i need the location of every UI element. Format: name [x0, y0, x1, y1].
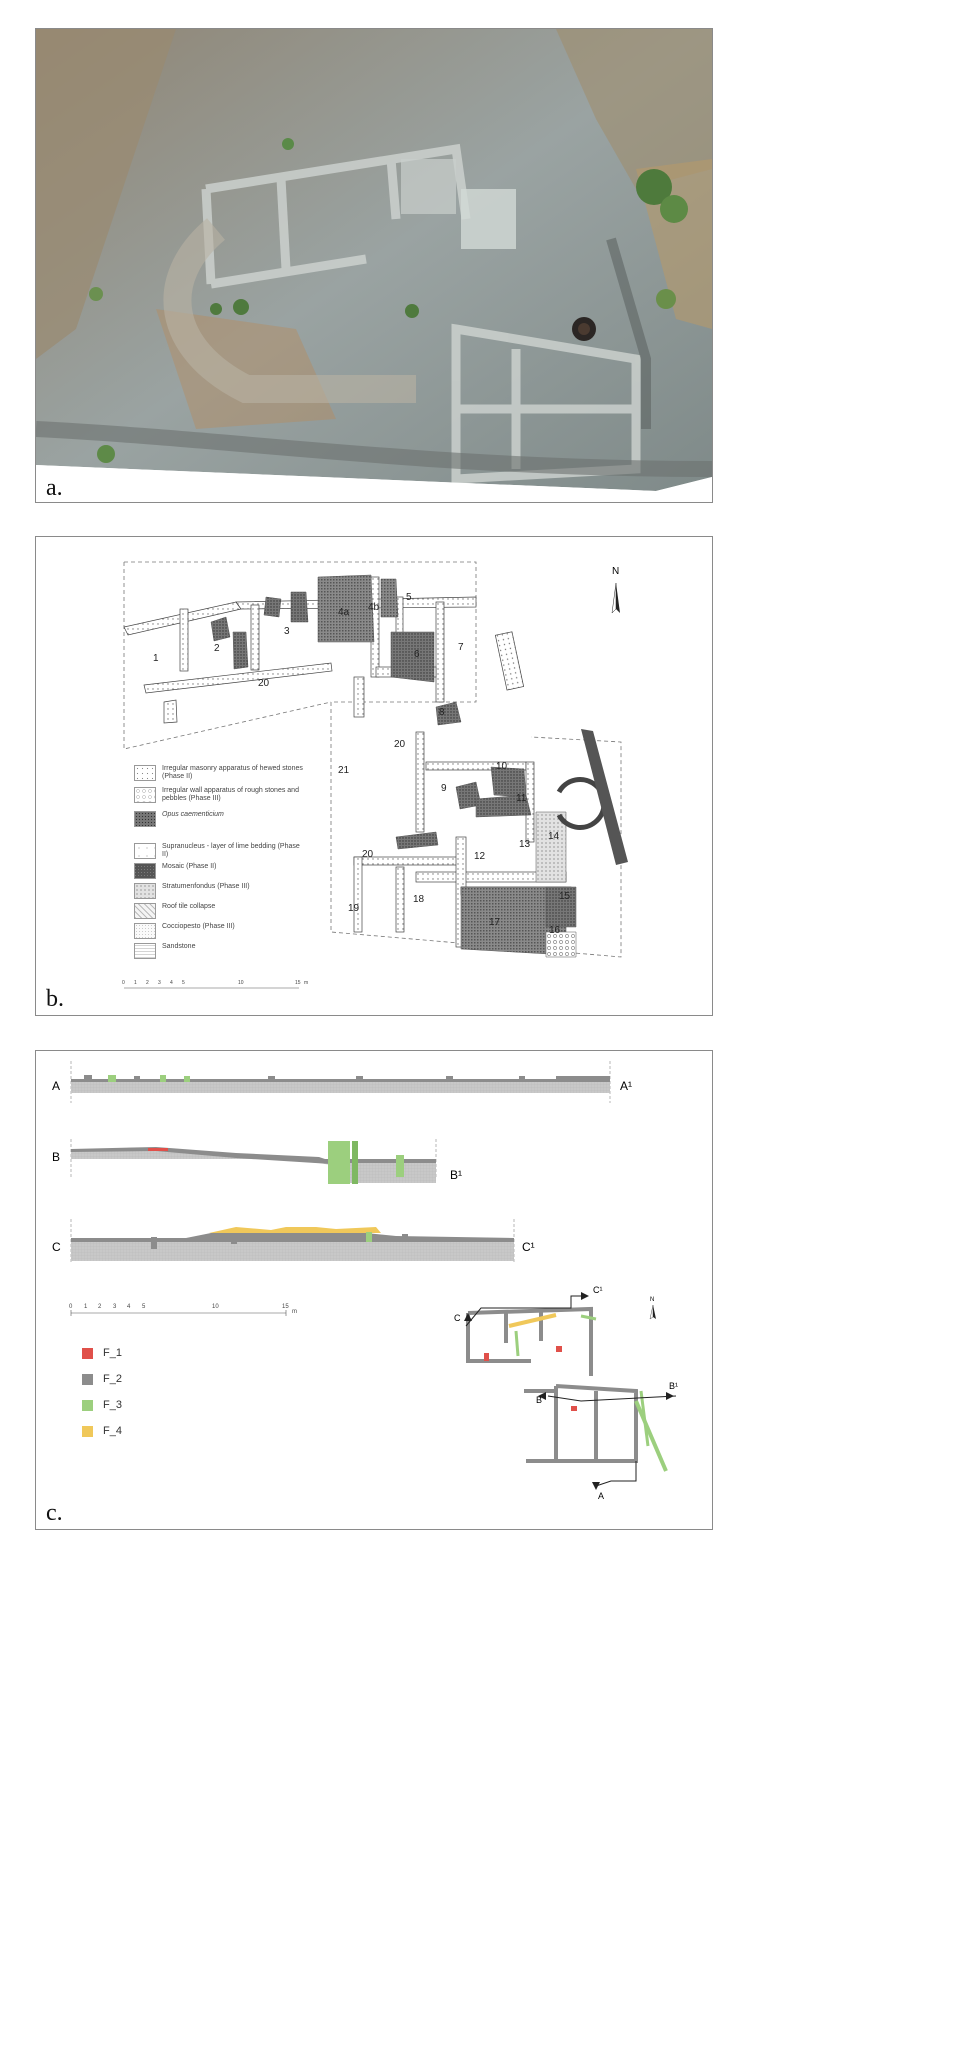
section-b-start-label: B: [52, 1150, 60, 1164]
key-plan: C C¹ B B¹ A N: [454, 1285, 678, 1501]
panel-a-aerial-photo: a.: [35, 28, 713, 503]
room-label-17: 17: [489, 917, 501, 928]
room-label-20-north: 20: [258, 678, 270, 689]
room-label-21: 21: [338, 765, 350, 776]
tree: [233, 299, 249, 315]
legend-hewed-stones: Irregular masonry apparatus of hewed sto…: [134, 765, 304, 781]
legend-cocciopesto: Cocciopesto (Phase III): [134, 923, 304, 939]
north-arrow-icon: N: [611, 566, 620, 614]
svg-text:1: 1: [134, 980, 137, 986]
room-label-5: 5: [406, 592, 412, 603]
keyplan-label-a: A: [598, 1491, 604, 1501]
legend-supranucleus: Supranucleus - layer of lime bedding (Ph…: [134, 843, 304, 859]
room-label-10: 10: [496, 761, 508, 772]
section-a: A A¹: [52, 1061, 632, 1103]
section-a-start-label: A: [52, 1079, 60, 1093]
aerial-photo: [36, 29, 712, 502]
svg-text:2: 2: [146, 980, 149, 986]
section-c-start-label: C: [52, 1240, 61, 1254]
legend-f1-swatch: [82, 1347, 93, 1359]
room-label-15: 15: [559, 891, 571, 902]
keyplan-label-c: C: [454, 1313, 461, 1323]
panel-b-plan: 1 2 3 4a 4b 5 6 7 8 9 10 11 12 13 14 15 …: [35, 536, 713, 1016]
sections-scale-bar: 0 1 2 3 4 5 10 15 m: [69, 1304, 297, 1316]
section-c-end-label: C¹: [522, 1240, 535, 1254]
svg-text:N: N: [650, 1297, 654, 1303]
section-c: C C¹: [52, 1219, 535, 1263]
legend-f2: F_2: [82, 1373, 122, 1385]
tree: [210, 303, 222, 315]
legend-f1: F_1: [82, 1347, 122, 1359]
svg-text:5: 5: [182, 980, 185, 986]
tree: [282, 138, 294, 150]
plan-scale-bar: 0 1 2 3 4 5 10 15 m: [122, 980, 308, 989]
svg-text:3: 3: [113, 1304, 117, 1310]
svg-text:m: m: [304, 980, 308, 986]
room-label-1: 1: [153, 653, 159, 664]
section-b-end-label: B¹: [450, 1168, 462, 1182]
north-label: N: [612, 566, 619, 577]
panel-c-sections: A A¹ B B¹ C C¹ 0 1 2 3 4 5 10 15 m C C¹ …: [35, 1050, 713, 1530]
panel-a-label: a.: [46, 475, 63, 501]
svg-text:2: 2: [98, 1304, 102, 1310]
room-label-7: 7: [458, 642, 464, 653]
svg-text:3: 3: [158, 980, 161, 986]
room-label-3: 3: [284, 626, 290, 637]
legend-opus-caementicium: Opus caementicium: [134, 811, 304, 827]
svg-text:15: 15: [282, 1304, 289, 1310]
legend-f3-swatch: [82, 1399, 93, 1411]
room-label-4a: 4a: [338, 607, 350, 618]
room-label-19: 19: [348, 903, 360, 914]
svg-text:10: 10: [238, 980, 244, 986]
tree: [97, 445, 115, 463]
tree: [405, 304, 419, 318]
room-label-9: 9: [441, 783, 447, 794]
legend-sandstone: Sandstone: [134, 943, 304, 959]
legend-f4-swatch: [82, 1425, 93, 1437]
room-label-20-south: 20: [362, 849, 374, 860]
legend-stratumenfondus: Stratumenfondus (Phase III): [134, 883, 304, 899]
svg-text:0: 0: [122, 980, 125, 986]
room-label-4b: 4b: [368, 602, 380, 613]
room-label-2: 2: [214, 643, 220, 654]
svg-text:10: 10: [212, 1304, 219, 1310]
svg-text:4: 4: [170, 980, 173, 986]
keyplan-label-c1: C¹: [593, 1285, 603, 1295]
room-label-20-middle: 20: [394, 739, 406, 750]
room-label-12: 12: [474, 851, 486, 862]
legend-mosaic: Mosaic (Phase II): [134, 863, 304, 879]
room-label-14: 14: [548, 831, 560, 842]
room-label-6: 6: [414, 649, 420, 660]
keyplan-label-b: B: [536, 1395, 542, 1405]
room-label-11: 11: [516, 793, 527, 804]
legend-rough-stones: Irregular wall apparatus of rough stones…: [134, 787, 304, 803]
room-label-18: 18: [413, 894, 425, 905]
tree: [660, 195, 688, 223]
room-label-16: 16: [549, 925, 561, 936]
svg-text:m: m: [292, 1309, 297, 1315]
svg-text:4: 4: [127, 1304, 131, 1310]
panel-b-label: b.: [46, 986, 64, 1012]
room-label-13: 13: [519, 839, 531, 850]
legend-f3: F_3: [82, 1399, 122, 1411]
svg-text:5: 5: [142, 1304, 146, 1310]
keyplan-label-b1: B¹: [669, 1381, 678, 1391]
panel-c-label: c.: [46, 1500, 63, 1526]
room-label-8: 8: [439, 707, 445, 718]
svg-text:15: 15: [295, 980, 301, 986]
sections-drawing: A A¹ B B¹ C C¹ 0 1 2 3 4 5 10 15 m C C¹ …: [52, 1061, 678, 1501]
section-b: B B¹: [52, 1139, 462, 1184]
legend-f4: F_4: [82, 1425, 122, 1437]
section-a-end-label: A¹: [620, 1079, 632, 1093]
tree: [656, 289, 676, 309]
legend-f2-swatch: [82, 1373, 93, 1385]
keyplan-north-arrow-icon: N: [649, 1297, 656, 1320]
svg-text:0: 0: [69, 1304, 73, 1310]
tree: [89, 287, 103, 301]
svg-text:1: 1: [84, 1304, 88, 1310]
legend-roof-tile: Roof tile collapse: [134, 903, 304, 919]
